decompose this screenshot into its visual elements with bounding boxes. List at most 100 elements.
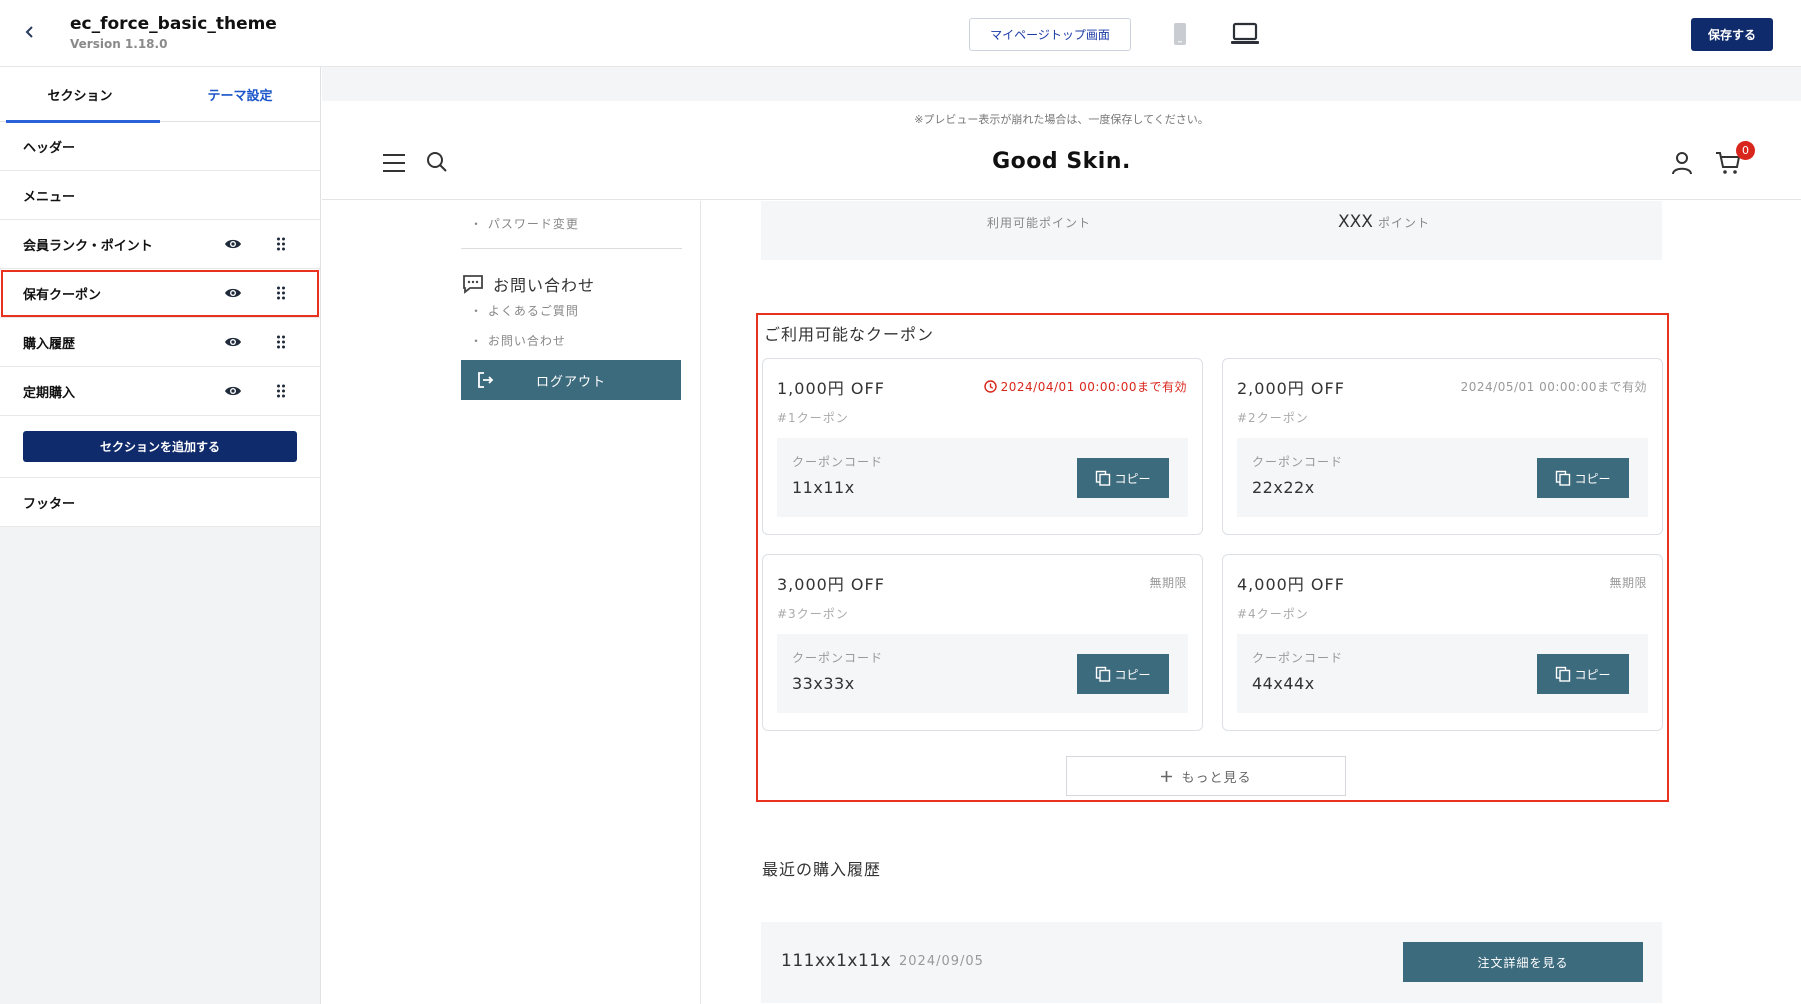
show-more-label: もっと見る — [1181, 770, 1252, 786]
preview-note: ※プレビュー表示が崩れた場合は、一度保存してください。 — [914, 113, 1209, 126]
contact-link[interactable]: ・ お問い合わせ — [470, 332, 566, 349]
copy-button[interactable]: コピー — [1077, 654, 1169, 694]
coupon-expiry-text: 2024/05/01 00:00:00まで有効 — [1460, 380, 1647, 394]
add-section-button[interactable]: セクションを追加する — [23, 431, 297, 462]
sidebar-item-menu[interactable]: メニュー — [0, 171, 320, 220]
chevron-left-icon — [25, 26, 33, 38]
back-button[interactable] — [18, 20, 42, 44]
store-header: Good Skin. 0 — [322, 129, 1801, 200]
coupon-card: 3,000円 OFF 無期限 #3クーポン クーポンコード 33x33x コピー — [762, 554, 1203, 731]
coupon-card: 2,000円 OFF 2024/05/01 00:00:00まで有効 #2クーポ… — [1222, 358, 1663, 535]
coupon-code-box: クーポンコード 11x11x コピー — [777, 438, 1188, 517]
copy-button[interactable]: コピー — [1077, 458, 1169, 498]
mypage-top-select[interactable]: マイページトップ画面 — [969, 18, 1131, 51]
coupon-expiry-text: 無期限 — [1609, 576, 1647, 590]
coupon-card: 1,000円 OFF 2024/04/01 00:00:00まで有効 #1クーポ… — [762, 358, 1203, 535]
drag-handle-icon[interactable] — [276, 237, 286, 251]
logout-label: ログアウト — [535, 374, 606, 390]
eye-icon[interactable] — [224, 384, 242, 398]
copy-label: コピー — [1114, 471, 1151, 486]
sidebar-item-purchase-history[interactable]: 購入履歴 — [0, 318, 320, 367]
drag-handle-icon[interactable] — [276, 335, 286, 349]
password-change-link[interactable]: ・ パスワード変更 — [470, 215, 579, 232]
order-date: 2024/09/05 — [899, 954, 984, 969]
contact-section-title: お問い合わせ — [493, 276, 596, 295]
coupon-section: ご利用可能なクーポン 1,000円 OFF 2024/04/01 00:00:0… — [756, 313, 1669, 802]
coupon-expiry: 無期限 — [1149, 574, 1187, 591]
mypage-nav: ・ パスワード変更 お問い合わせ ・ よくあるご質問 ・ お問い合わせ ログアウ… — [322, 201, 701, 1004]
show-more-button[interactable]: もっと見る — [1066, 756, 1346, 796]
save-button[interactable]: 保存する — [1691, 18, 1773, 51]
user-account-icon[interactable] — [1671, 151, 1693, 175]
drag-handle-icon[interactable] — [276, 384, 286, 398]
theme-name: ec_force_basic_theme — [70, 14, 277, 34]
copy-label: コピー — [1574, 667, 1611, 682]
sidebar-tabs: セクション テーマ設定 — [0, 67, 320, 123]
coupon-code: 22x22x — [1252, 478, 1315, 497]
sidebar-item-subscription[interactable]: 定期購入 — [0, 367, 320, 416]
sidebar-item-label: ヘッダー — [23, 140, 76, 156]
logout-button[interactable]: ログアウト — [461, 360, 681, 400]
copy-button[interactable]: コピー — [1537, 654, 1629, 694]
sidebar-item-member-rank-points[interactable]: 会員ランク・ポイント — [0, 220, 320, 269]
plus-icon — [1161, 770, 1173, 782]
sidebar-item-footer[interactable]: フッター — [0, 478, 320, 527]
logout-icon — [478, 372, 494, 388]
eye-icon[interactable] — [224, 286, 242, 300]
store-preview: ※プレビュー表示が崩れた場合は、一度保存してください。 Good Skin. 0… — [322, 101, 1801, 1004]
points-unit: ポイント — [1378, 216, 1431, 230]
history-row: 111xx1x11x 2024/09/05 注文詳細を見る — [761, 922, 1662, 1003]
faq-link[interactable]: ・ よくあるご質問 — [470, 302, 579, 319]
coupon-section-title: ご利用可能なクーポン — [764, 325, 935, 344]
copy-icon — [1556, 666, 1571, 682]
coupon-code: 33x33x — [792, 674, 855, 693]
coupon-code-label: クーポンコード — [792, 455, 884, 469]
history-section-title: 最近の購入履歴 — [762, 860, 882, 879]
sidebar-item-label: メニュー — [23, 189, 76, 205]
sidebar-item-label: フッター — [23, 496, 76, 512]
coupon-name: #3クーポン — [777, 607, 849, 621]
coupon-code: 11x11x — [792, 478, 855, 497]
tab-sections[interactable]: セクション — [0, 67, 160, 123]
coupon-code-label: クーポンコード — [1252, 651, 1344, 665]
copy-button[interactable]: コピー — [1537, 458, 1629, 498]
desktop-device-icon[interactable] — [1230, 22, 1260, 46]
drag-handle-icon[interactable] — [276, 286, 286, 300]
coupon-code: 44x44x — [1252, 674, 1315, 693]
points-panel: 利用可能ポイント XXX ポイント — [761, 201, 1662, 260]
coupon-name: #4クーポン — [1237, 607, 1309, 621]
coupon-amount: 3,000円 OFF — [777, 575, 885, 594]
coupon-amount: 4,000円 OFF — [1237, 575, 1345, 594]
coupon-name: #1クーポン — [777, 411, 849, 425]
theme-version: Version 1.18.0 — [70, 37, 168, 51]
sidebar-item-label: 会員ランク・ポイント — [23, 238, 153, 254]
add-section-area: セクションを追加する — [0, 416, 320, 478]
sidebar-item-label: 購入履歴 — [23, 336, 76, 352]
order-detail-button[interactable]: 注文詳細を見る — [1403, 942, 1643, 982]
clock-icon — [983, 380, 997, 393]
mobile-device-icon[interactable] — [1172, 22, 1188, 46]
copy-icon — [1096, 666, 1111, 682]
sidebar-item-header[interactable]: ヘッダー — [0, 122, 320, 171]
coupon-expiry-text: 無期限 — [1149, 576, 1187, 590]
points-value: XXX — [1338, 212, 1373, 232]
coupon-card: 4,000円 OFF 無期限 #4クーポン クーポンコード 44x44x コピー — [1222, 554, 1663, 731]
coupon-code-box: クーポンコード 22x22x コピー — [1237, 438, 1648, 517]
coupon-code-box: クーポンコード 44x44x コピー — [1237, 634, 1648, 713]
coupon-expiry: 無期限 — [1609, 574, 1647, 591]
section-list: ヘッダー メニュー 会員ランク・ポイント 保有クーポン 購入履歴 定期購入 セク… — [0, 122, 320, 527]
sections-sidebar: セクション テーマ設定 ヘッダー メニュー 会員ランク・ポイント 保有クーポン … — [0, 67, 321, 1004]
copy-label: コピー — [1574, 471, 1611, 486]
editor-topbar: ec_force_basic_theme Version 1.18.0 マイペー… — [0, 0, 1801, 67]
order-number: 111xx1x11x — [781, 951, 892, 971]
copy-icon — [1096, 470, 1111, 486]
eye-icon[interactable] — [224, 237, 242, 251]
tab-theme-settings[interactable]: テーマ設定 — [160, 67, 320, 122]
eye-icon[interactable] — [224, 335, 242, 349]
sidebar-item-owned-coupons[interactable]: 保有クーポン — [0, 269, 320, 318]
store-logo[interactable]: Good Skin. — [322, 149, 1801, 174]
coupon-expiry: 2024/04/01 00:00:00まで有効 — [983, 378, 1187, 395]
coupon-code-label: クーポンコード — [1252, 455, 1344, 469]
coupon-code-box: クーポンコード 33x33x コピー — [777, 634, 1188, 713]
cart-count-badge: 0 — [1736, 141, 1755, 160]
